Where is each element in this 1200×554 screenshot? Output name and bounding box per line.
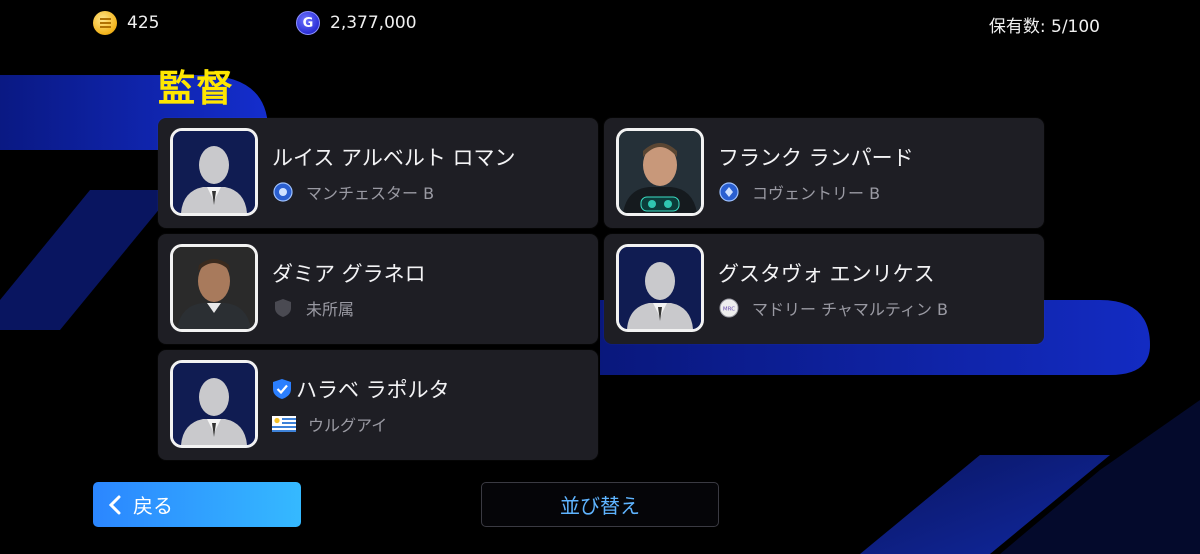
team-name: 未所属	[306, 300, 355, 319]
club-crest-icon	[718, 181, 740, 203]
manager-portrait	[170, 128, 258, 216]
manager-portrait	[616, 244, 704, 332]
manager-card[interactable]: ダミア グラネロ 未所属	[158, 234, 598, 344]
manager-name: グスタヴォ エンリケス	[718, 262, 935, 286]
manager-photo-icon	[173, 247, 255, 329]
verified-shield-icon	[273, 379, 291, 399]
club-crest-icon: MRC	[718, 297, 740, 319]
gp-icon: G	[296, 11, 320, 35]
back-label: 戻る	[133, 494, 173, 518]
silhouette-icon	[173, 363, 255, 445]
back-button[interactable]: 戻る	[93, 482, 301, 527]
manager-name: ダミア グラネロ	[272, 262, 426, 286]
team-info: マンチェスター B	[272, 180, 434, 204]
silhouette-icon	[619, 247, 701, 329]
team-info: コヴェントリー B	[718, 180, 880, 204]
manager-card[interactable]: ハラベ ラポルタ ウルグアイ	[158, 350, 598, 460]
manager-photo-icon	[619, 131, 701, 213]
coin-balance: 425	[93, 11, 159, 35]
page-title: 監督	[158, 67, 234, 110]
team-name: ウルグアイ	[308, 416, 388, 435]
team-info: MRC マドリー チャマルティン B	[718, 296, 948, 320]
coin-amount: 425	[127, 13, 160, 33]
chevron-left-icon	[108, 495, 121, 514]
shield-icon	[272, 297, 294, 319]
team-name: マンチェスター B	[306, 184, 435, 203]
silhouette-icon	[173, 131, 255, 213]
manager-card[interactable]: フランク ランパード コヴェントリー B	[604, 118, 1044, 228]
team-name: マドリー チャマルティン B	[752, 300, 949, 319]
team-name: コヴェントリー B	[752, 184, 881, 203]
top-bar: 425 G 2,377,000 保有数: 5/100	[0, 0, 1200, 44]
manager-name-row: ハラベ ラポルタ	[272, 374, 450, 404]
manager-name: ルイス アルベルト ロマン	[272, 146, 516, 170]
gp-balance: G 2,377,000	[296, 11, 417, 35]
club-crest-icon	[272, 181, 294, 203]
gp-amount: 2,377,000	[330, 13, 417, 33]
manager-portrait	[616, 128, 704, 216]
svg-text:MRC: MRC	[723, 307, 735, 313]
holdings-count: 保有数: 5/100	[988, 17, 1100, 37]
sort-button[interactable]: 並び替え	[481, 482, 719, 527]
uruguay-flag-icon	[272, 413, 296, 435]
sort-label: 並び替え	[560, 494, 640, 518]
manager-name: ハラベ ラポルタ	[296, 378, 450, 402]
team-info: 未所属	[272, 296, 354, 320]
coin-icon	[93, 11, 117, 35]
manager-portrait	[170, 244, 258, 332]
team-info: ウルグアイ	[272, 412, 387, 436]
manager-card[interactable]: ルイス アルベルト ロマン マンチェスター B	[158, 118, 598, 228]
manager-portrait	[170, 360, 258, 448]
manager-name: フランク ランパード	[718, 146, 914, 170]
manager-card[interactable]: グスタヴォ エンリケス MRC マドリー チャマルティン B	[604, 234, 1044, 344]
